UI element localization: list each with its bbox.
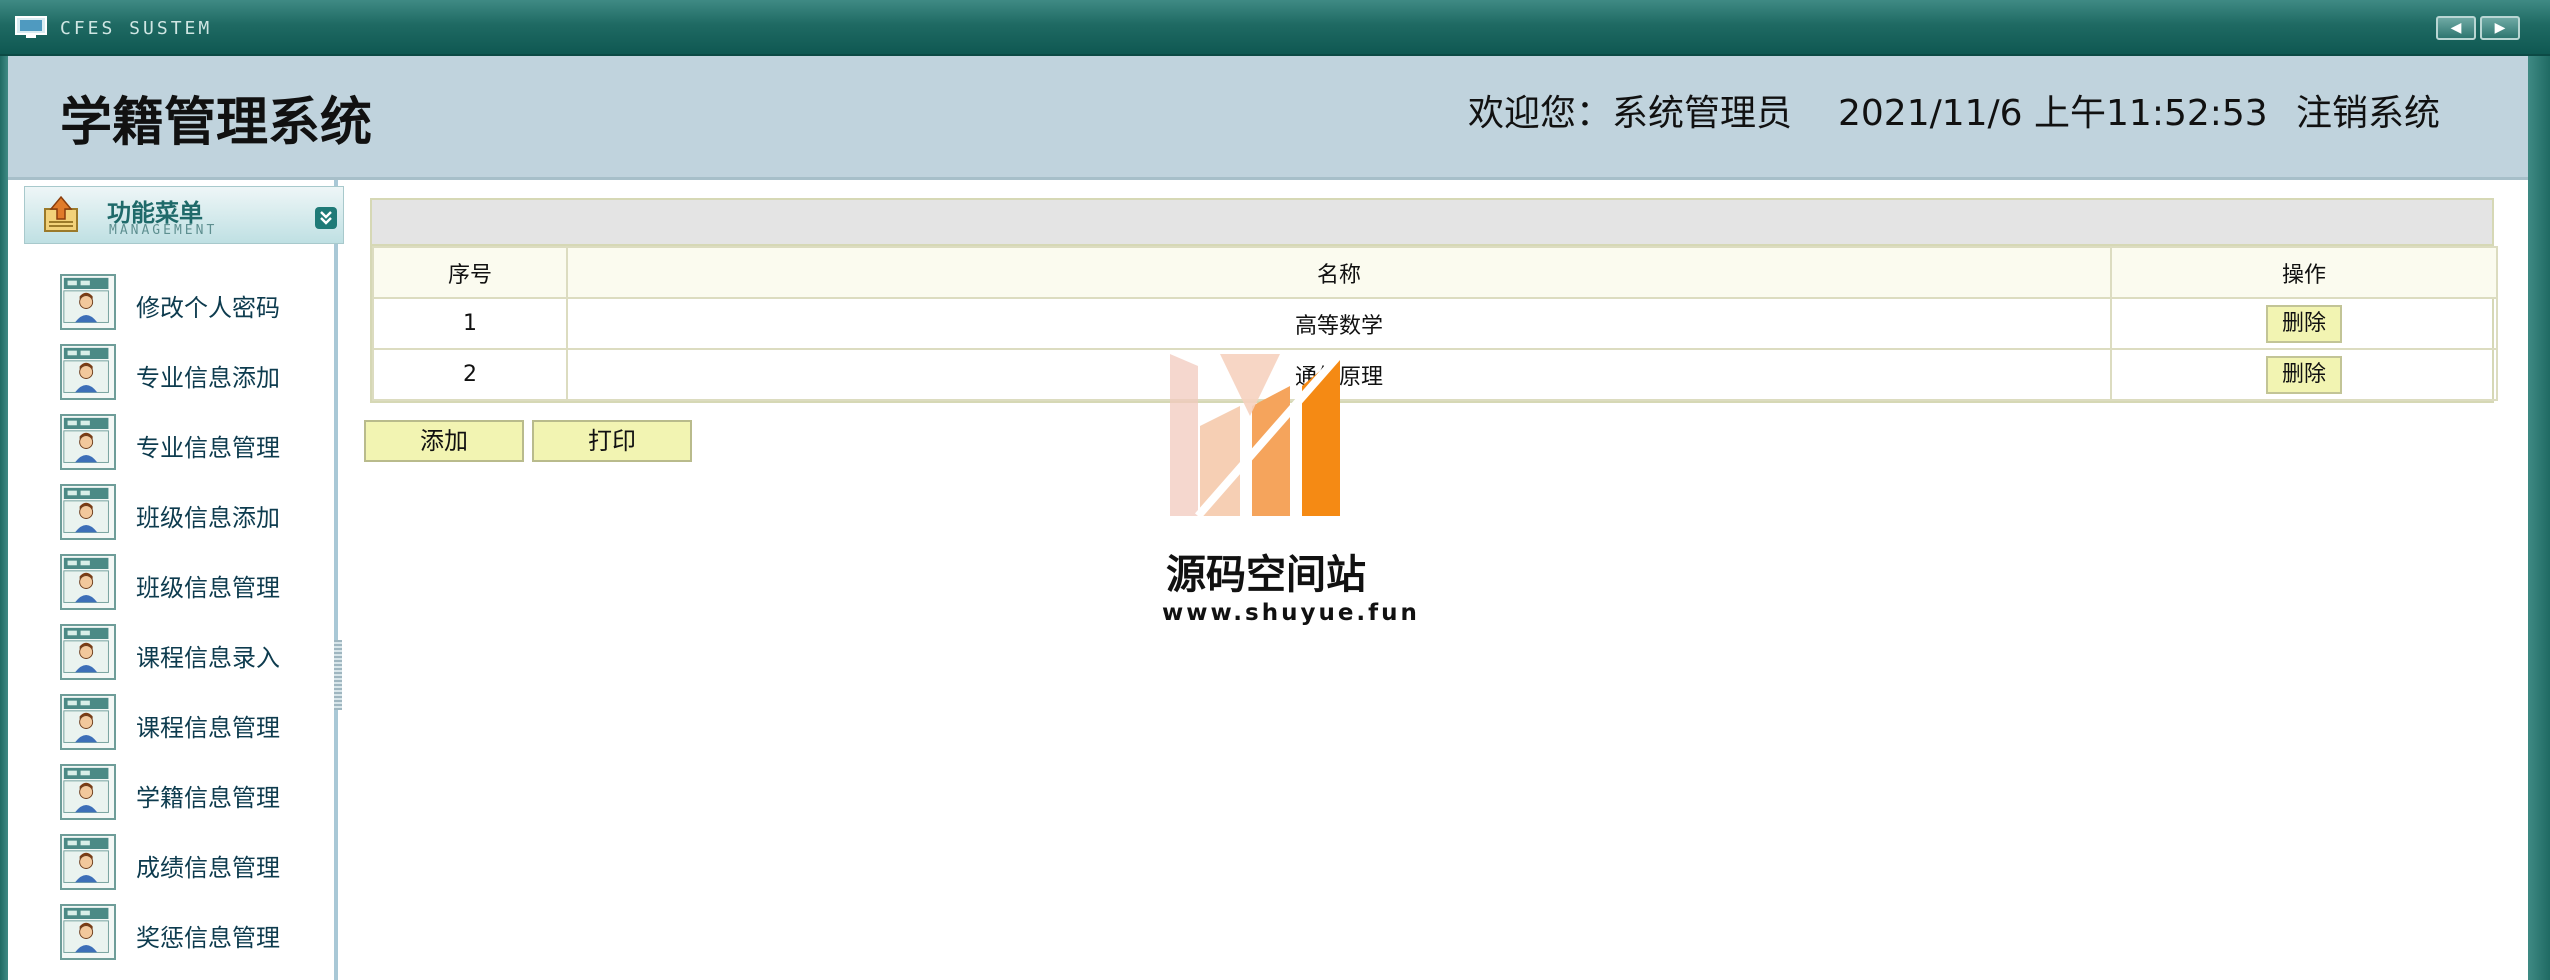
user-card-icon	[60, 414, 116, 470]
chevron-right-icon: ▶	[2494, 20, 2506, 36]
current-datetime: 2021/11/6 上午11:52:53	[1838, 93, 2268, 134]
user-card-icon	[60, 274, 116, 330]
cell-action: 删除	[2110, 297, 2498, 350]
sidebar-item-label: 成绩信息管理	[136, 854, 280, 882]
user-card-icon	[60, 764, 116, 820]
watermark-logo	[1170, 351, 1344, 519]
window-titlebar: CFES SUSTEM ◀ ▶	[0, 0, 2550, 56]
cell-no: 1	[372, 297, 568, 350]
table-row: 2 通信原理 删除	[372, 348, 2498, 401]
sidebar-item-label: 专业信息管理	[136, 434, 280, 462]
system-label: CFES SUSTEM	[60, 18, 213, 39]
sidebar-menu-item[interactable]: 成绩信息管理	[60, 834, 320, 894]
sidebar-menu-item[interactable]: 课程信息录入	[60, 624, 320, 684]
cell-no: 2	[372, 348, 568, 401]
menu-subtitle: MANAGEMENT	[109, 223, 218, 238]
app-header: 学籍管理系统 欢迎您：系统管理员 2021/11/6 上午11:52:53 注销…	[8, 56, 2528, 180]
sidebar-menu-item[interactable]: 课程信息管理	[60, 694, 320, 754]
sidebar-item-label: 修改个人密码	[136, 294, 280, 322]
column-header-no: 序号	[372, 246, 568, 299]
sidebar-item-label: 班级信息添加	[136, 504, 280, 532]
double-chevron-down-icon[interactable]	[315, 207, 337, 229]
sidebar-item-label: 学籍信息管理	[136, 784, 280, 812]
sidebar: 功能菜单 MANAGEMENT 修改个人密码 专业信息添加 专业信息管理 班级信息添加…	[8, 180, 344, 980]
sidebar-menu-item[interactable]: 奖惩信息管理	[60, 904, 320, 964]
user-card-icon	[60, 694, 116, 750]
table-header-row: 序号 名称 操作	[372, 246, 2498, 299]
chevron-left-icon: ◀	[2450, 20, 2462, 36]
window-frame-left	[0, 56, 8, 980]
watermark: 源码空间站 www.shuyue.fun	[1160, 346, 1417, 646]
cell-action: 删除	[2110, 348, 2498, 401]
user-card-icon	[60, 834, 116, 890]
user-card-icon	[60, 554, 116, 610]
welcome-text: 欢迎您：系统管理员	[1468, 93, 1793, 134]
sidebar-menu-item[interactable]: 班级信息添加	[60, 484, 320, 544]
sidebar-resize-handle[interactable]	[334, 640, 342, 710]
sidebar-menu-item[interactable]: 班级信息管理	[60, 554, 320, 614]
app-title: 学籍管理系统	[60, 93, 373, 153]
data-table: 序号 名称 操作 1 高等数学 删除 2 通信原理 删除	[372, 246, 2498, 401]
nav-prev-button[interactable]: ◀	[2436, 16, 2476, 40]
column-header-name: 名称	[566, 246, 2112, 299]
user-card-icon	[60, 624, 116, 680]
upload-folder-icon	[44, 195, 78, 232]
sidebar-item-label: 课程信息管理	[136, 714, 280, 742]
menu-header[interactable]: 功能菜单 MANAGEMENT	[24, 186, 344, 244]
nav-next-button[interactable]: ▶	[2480, 16, 2520, 40]
watermark-name: 源码空间站	[1166, 552, 1366, 598]
sidebar-menu-item[interactable]: 学籍信息管理	[60, 764, 320, 824]
sidebar-menu-item[interactable]: 专业信息管理	[60, 414, 320, 474]
cell-name: 高等数学	[566, 297, 2112, 350]
watermark-url: www.shuyue.fun	[1162, 600, 1420, 626]
sidebar-item-label: 奖惩信息管理	[136, 924, 280, 952]
delete-button[interactable]: 删除	[2266, 355, 2342, 394]
sidebar-menu-item[interactable]: 修改个人密码	[60, 274, 320, 334]
table-row: 1 高等数学 删除	[372, 297, 2498, 350]
column-header-action: 操作	[2110, 246, 2498, 299]
sidebar-item-label: 专业信息添加	[136, 364, 280, 392]
logout-link[interactable]: 注销系统	[2296, 84, 2440, 136]
main-content: 序号 名称 操作 1 高等数学 删除 2 通信原理 删除	[344, 180, 2528, 980]
window-frame-right	[2528, 56, 2550, 980]
sidebar-menu-item[interactable]: 专业信息添加	[60, 344, 320, 404]
data-table-container: 序号 名称 操作 1 高等数学 删除 2 通信原理 删除	[370, 198, 2498, 403]
user-card-icon	[60, 344, 116, 400]
user-card-icon	[60, 484, 116, 540]
add-button[interactable]: 添加	[364, 420, 524, 462]
sidebar-item-label: 课程信息录入	[136, 644, 280, 672]
table-toolbar	[372, 200, 2492, 246]
user-card-icon	[60, 904, 116, 960]
delete-button[interactable]: 删除	[2266, 304, 2342, 343]
sidebar-item-label: 班级信息管理	[136, 574, 280, 602]
print-button[interactable]: 打印	[532, 420, 692, 462]
monitor-icon	[15, 16, 47, 38]
